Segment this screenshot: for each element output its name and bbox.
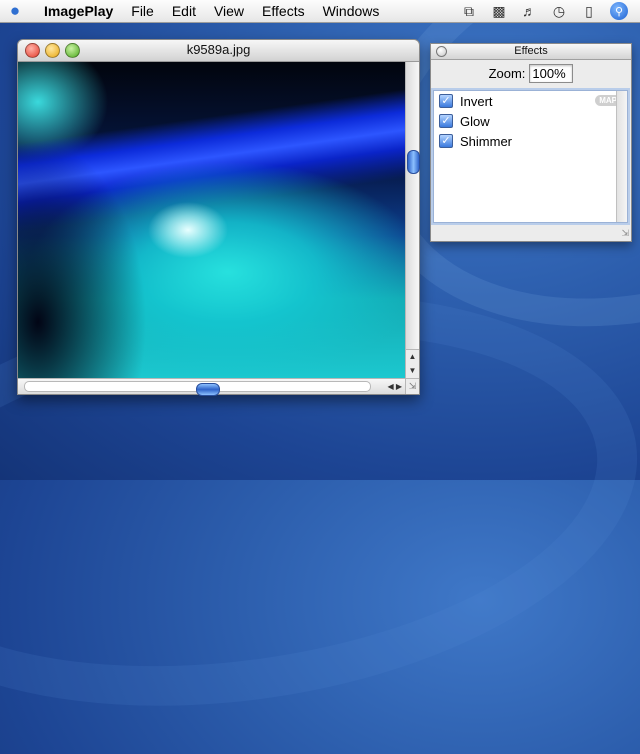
horizontal-scroll-track[interactable] [24, 381, 371, 396]
effect-label: Shimmer [460, 133, 513, 149]
menu-edit[interactable]: Edit [163, 0, 205, 22]
shimmer-checkbox[interactable]: ✓ [439, 134, 453, 148]
vertical-scroll-thumb[interactable] [407, 150, 420, 174]
vertical-scrollbar[interactable]: ▲ ▼ [405, 62, 420, 378]
invert-checkbox[interactable]: ✓ [439, 94, 453, 108]
effect-item-glow[interactable]: ✓ Glow [434, 111, 627, 131]
zoom-input[interactable]: 100% [529, 63, 574, 83]
zoom-row: Zoom: 100% [431, 60, 631, 86]
image-canvas[interactable] [18, 62, 406, 378]
effect-label: Invert [460, 93, 493, 109]
zoom-label: Zoom: [488, 65, 526, 81]
spotlight-search-icon[interactable]: ⚲ [604, 0, 634, 22]
effects-list-scrollbar[interactable] [616, 91, 627, 222]
clock-icon[interactable]: ◷ [544, 0, 574, 22]
menu-view[interactable]: View [205, 0, 253, 22]
desktop: { "menubar": { "apple_icon": "apple-logo… [0, 0, 640, 754]
palette-resize-grip-icon[interactable]: ⇲ [621, 228, 629, 239]
image-window: k9589a.jpg ▲ ▼ ◀ ▶ ⇲ [17, 39, 420, 396]
menu-file[interactable]: File [122, 0, 163, 22]
window-title: k9589a.jpg [186, 42, 251, 57]
resize-grip-icon[interactable]: ⇲ [405, 378, 419, 394]
menu-app-name[interactable]: ImagePlay [30, 0, 122, 22]
effects-palette: Effects Zoom: 100% ✓ Invert ✓ Glow ✓ Shi… [430, 43, 632, 242]
image-window-titlebar[interactable]: k9589a.jpg [18, 40, 419, 62]
image-shadow-overlay [18, 62, 406, 378]
battery-icon[interactable]: ▯ [574, 0, 604, 22]
horizontal-scroll-thumb[interactable] [196, 383, 220, 396]
effect-label: Glow [460, 113, 490, 129]
volume-icon[interactable]: ♬ [514, 0, 544, 22]
palette-close-button[interactable] [436, 46, 447, 57]
palette-title: Effects [514, 45, 548, 57]
effect-item-shimmer[interactable]: ✓ Shimmer [434, 131, 627, 151]
menu-extras: ⧉ ▩ ♬ ◷ ▯ ⚲ [454, 0, 634, 22]
display-icon[interactable]: ▩ [484, 0, 514, 22]
horizontal-scrollbar[interactable]: ◀ ▶ [18, 378, 406, 396]
menu-bar: ● ImagePlay File Edit View Effects Windo… [0, 0, 640, 23]
vertical-scroll-arrows[interactable]: ▲ ▼ [406, 349, 419, 378]
effects-list: ✓ Invert ✓ Glow ✓ Shimmer MAP [433, 90, 628, 223]
glow-checkbox[interactable]: ✓ [439, 114, 453, 128]
horizontal-scroll-arrows[interactable]: ◀ ▶ [387, 379, 402, 394]
menu-effects[interactable]: Effects [253, 0, 314, 22]
bluetooth-icon[interactable]: ⧉ [454, 0, 484, 22]
apple-menu-icon[interactable]: ● [0, 1, 30, 21]
menu-windows[interactable]: Windows [314, 0, 389, 22]
effects-palette-titlebar[interactable]: Effects [431, 44, 631, 60]
